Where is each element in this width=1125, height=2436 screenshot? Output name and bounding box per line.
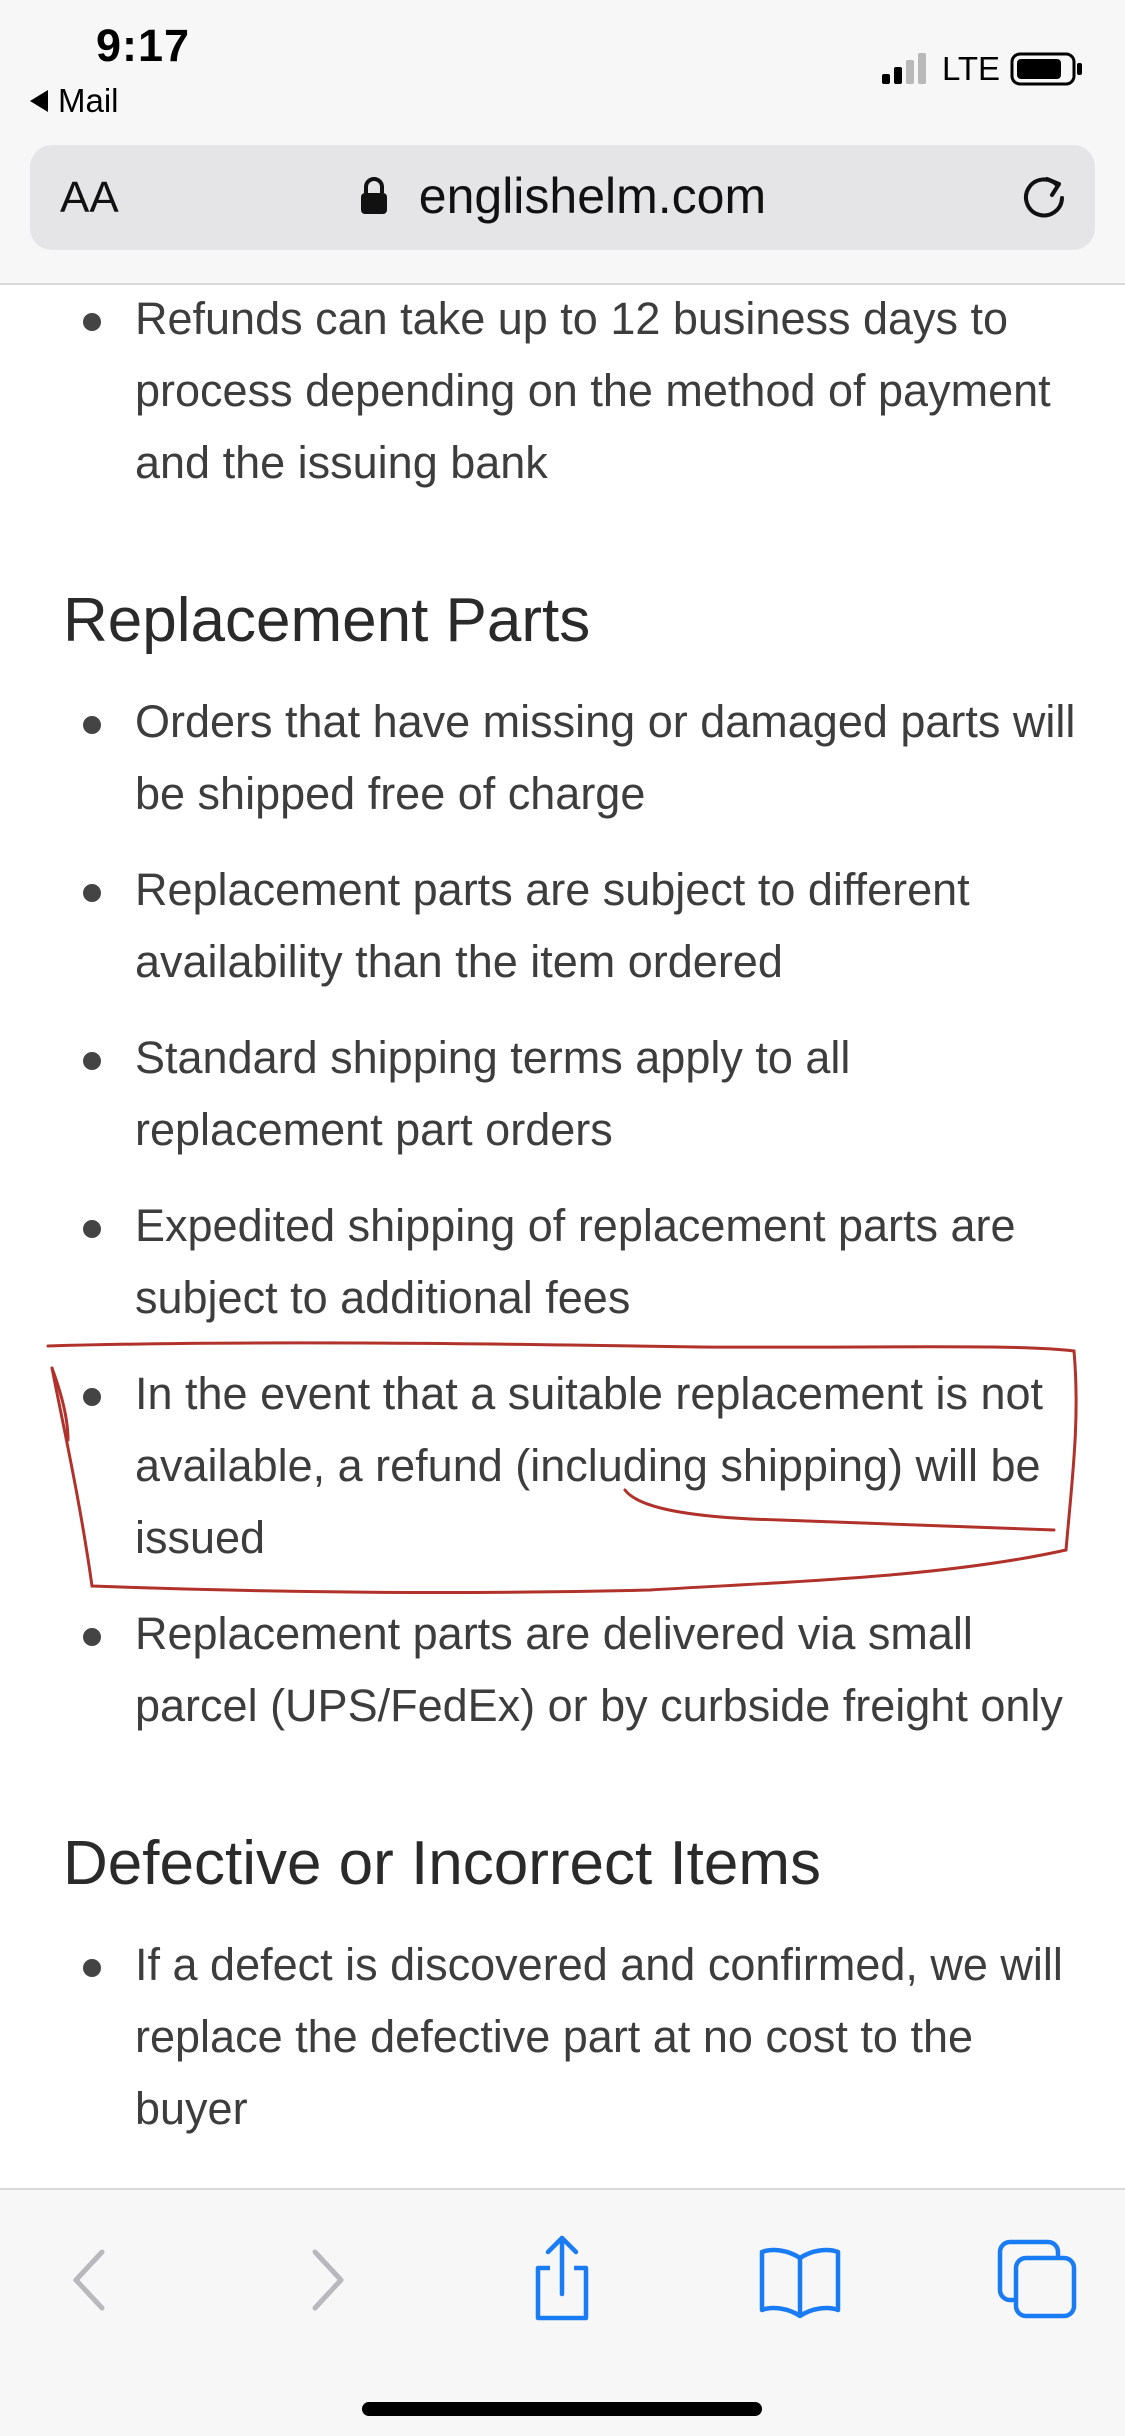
replacement-parts-list: Orders that have missing or damaged part… xyxy=(0,686,1125,1742)
bullet-dot xyxy=(83,1220,101,1238)
refund-list: Refunds can take up to 12 business days … xyxy=(0,283,1125,499)
list-item: Replacement parts are subject to differe… xyxy=(0,854,1125,998)
list-item: Orders that have missing or damaged part… xyxy=(0,686,1125,830)
back-icon[interactable] xyxy=(42,2230,142,2330)
bullet-dot xyxy=(83,1959,101,1977)
signal-strength-icon xyxy=(882,53,926,84)
share-icon[interactable] xyxy=(512,2230,612,2330)
bullet-dot xyxy=(83,1052,101,1070)
list-item-highlighted: In the event that a suitable replacement… xyxy=(0,1358,1125,1574)
list-item: Replacement parts are delivered via smal… xyxy=(0,1598,1125,1742)
page-content: Refunds can take up to 12 business days … xyxy=(0,283,1125,2188)
list-item-text: Orders that have missing or damaged part… xyxy=(135,696,1076,819)
bottom-toolbar xyxy=(0,2188,1125,2436)
list-item: Refunds can take up to 12 business days … xyxy=(0,283,1125,499)
url-bar[interactable]: AA englishelm.com xyxy=(30,145,1095,250)
list-item-text: Refunds can take up to 12 business days … xyxy=(135,293,1051,488)
back-triangle-icon xyxy=(30,90,48,112)
section-heading-replacement-parts: Replacement Parts xyxy=(63,586,591,655)
list-item-text: In the event that a suitable replacement… xyxy=(135,1368,1044,1563)
tabs-icon[interactable] xyxy=(986,2230,1086,2330)
top-chrome: 9:17 Mail LTE AA englishelm.com xyxy=(0,0,1125,285)
list-item: If a defect is discovered and confirmed,… xyxy=(0,1929,1125,2145)
bullet-dot xyxy=(83,313,101,331)
list-item-text: Expedited shipping of replacement parts … xyxy=(135,1200,1016,1323)
defective-items-list: If a defect is discovered and confirmed,… xyxy=(0,1929,1125,2145)
network-type-label: LTE xyxy=(942,50,1001,87)
section-heading-defective-items: Defective or Incorrect Items xyxy=(63,1829,822,1898)
home-indicator[interactable] xyxy=(362,2402,762,2416)
domain-label: englishelm.com xyxy=(418,168,767,224)
forward-icon[interactable] xyxy=(275,2230,375,2330)
bullet-dot xyxy=(83,716,101,734)
list-item: Standard shipping terms apply to all rep… xyxy=(0,1022,1125,1166)
lock-icon xyxy=(360,177,387,214)
back-app-label: Mail xyxy=(58,82,119,119)
status-time: 9:17 xyxy=(96,20,191,71)
bullet-dot xyxy=(83,884,101,902)
bullet-dot xyxy=(83,1388,101,1406)
bookmarks-icon[interactable] xyxy=(750,2230,850,2330)
back-to-mail-link[interactable]: Mail xyxy=(30,82,119,120)
safari-screen: 9:17 Mail LTE AA englishelm.com Refunds … xyxy=(0,0,1125,2436)
reload-icon[interactable] xyxy=(1017,171,1071,225)
list-item-text: If a defect is discovered and confirmed,… xyxy=(135,1939,1063,2134)
list-item: Expedited shipping of replacement parts … xyxy=(0,1190,1125,1334)
bullet-dot xyxy=(83,1628,101,1646)
list-item-text: Replacement parts are delivered via smal… xyxy=(135,1608,1063,1731)
battery-icon xyxy=(1010,52,1082,86)
address-field[interactable]: englishelm.com xyxy=(30,167,1095,225)
list-item-text: Replacement parts are subject to differe… xyxy=(135,864,970,987)
list-item-text: Standard shipping terms apply to all rep… xyxy=(135,1032,851,1155)
